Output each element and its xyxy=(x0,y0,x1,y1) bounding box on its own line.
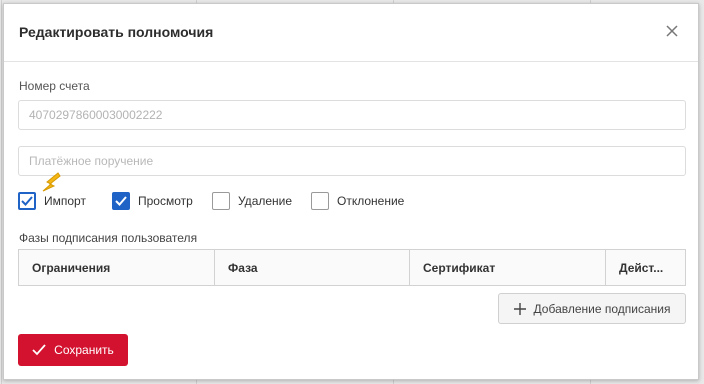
dialog-title: Редактировать полномочия xyxy=(19,24,214,40)
checkbox-delete[interactable]: Удаление xyxy=(212,190,292,212)
column-phase[interactable]: Фаза xyxy=(215,250,410,285)
pointer-arrow-icon xyxy=(42,172,61,192)
account-number-label: Номер счета xyxy=(19,79,90,93)
check-icon xyxy=(32,344,46,356)
column-certificate[interactable]: Сертификат xyxy=(410,250,606,285)
close-icon[interactable] xyxy=(664,23,680,39)
checkbox-reject-label: Отклонение xyxy=(337,194,405,208)
checkbox-delete-box[interactable] xyxy=(212,192,230,210)
dialog-header: Редактировать полномочия xyxy=(4,4,698,62)
add-signature-button[interactable]: Добавление подписания xyxy=(498,293,686,324)
signing-phases-label: Фазы подписания пользователя xyxy=(19,231,198,245)
column-restrictions[interactable]: Ограничения xyxy=(19,250,215,285)
signing-phases-table: Ограничения Фаза Сертификат Дейст... xyxy=(18,249,686,286)
checkbox-import-box[interactable] xyxy=(18,192,36,210)
add-signature-label: Добавление подписания xyxy=(533,301,671,316)
checkbox-view[interactable]: Просмотр xyxy=(112,190,193,212)
checkbox-reject[interactable]: Отклонение xyxy=(311,190,404,212)
checkbox-import-label: Импорт xyxy=(44,194,86,208)
save-label: Сохранить xyxy=(54,343,114,357)
document-type-field[interactable] xyxy=(18,146,686,176)
checkbox-view-box[interactable] xyxy=(112,192,130,210)
checkbox-delete-label: Удаление xyxy=(238,194,293,208)
checkbox-reject-box[interactable] xyxy=(311,192,329,210)
save-button[interactable]: Сохранить xyxy=(18,334,128,366)
account-number-field[interactable] xyxy=(18,100,686,130)
column-actions[interactable]: Дейст... xyxy=(606,250,685,285)
checkbox-view-label: Просмотр xyxy=(138,194,193,208)
plus-icon xyxy=(513,302,526,315)
edit-permissions-dialog: Редактировать полномочия Номер счета Имп… xyxy=(3,3,699,380)
